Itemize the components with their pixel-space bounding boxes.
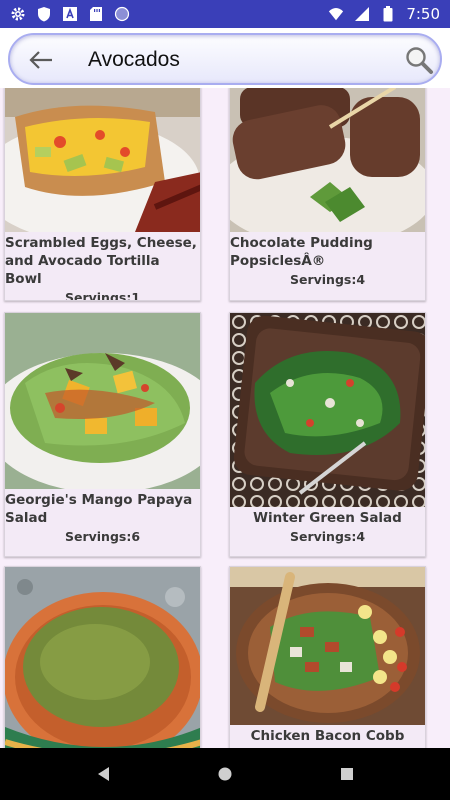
shield-icon <box>36 6 52 22</box>
text-a-icon <box>62 6 78 22</box>
recipe-servings: Servings:4 <box>289 272 366 287</box>
recipe-title: Chocolate Pudding PopsiclesÂ® <box>230 235 373 269</box>
search-query[interactable]: Avocados <box>88 48 180 72</box>
recents-square-icon[interactable] <box>336 763 358 785</box>
recipe-grid: Scrambled Eggs, Cheese, and Avocado Tort… <box>0 88 450 748</box>
search-bar[interactable]: Avocados <box>8 33 442 85</box>
recipe-servings: Servings:4 <box>289 529 366 544</box>
recipe-card[interactable]: Winter Green Salad Servings:4 <box>229 312 426 557</box>
recipe-card[interactable] <box>4 566 201 748</box>
recipe-title: Chicken Bacon Cobb Salad <box>250 728 405 748</box>
search-icon[interactable] <box>404 45 434 75</box>
recipe-servings: Servings:6 <box>64 529 141 544</box>
recipe-servings: Servings:1 <box>64 290 141 301</box>
wifi-icon <box>328 6 344 22</box>
clock: 7:50 <box>406 5 440 23</box>
status-bar: 7:50 <box>0 0 450 28</box>
back-arrow-icon[interactable] <box>28 49 54 71</box>
circle-icon <box>114 6 130 22</box>
sd-card-icon <box>88 6 104 22</box>
navigation-bar <box>0 748 450 800</box>
back-triangle-icon[interactable] <box>92 763 114 785</box>
battery-icon <box>380 6 396 22</box>
recipe-photo <box>5 313 200 489</box>
recipe-photo <box>230 88 425 232</box>
signal-icon <box>354 6 370 22</box>
recipe-title: Georgie's Mango Papaya Salad <box>5 492 193 526</box>
recipe-card[interactable]: Chocolate Pudding PopsiclesÂ® Servings:4 <box>229 88 426 301</box>
recipe-card[interactable]: Georgie's Mango Papaya Salad Servings:6 <box>4 312 201 557</box>
recipe-card[interactable]: Chicken Bacon Cobb Salad <box>229 566 426 748</box>
recipe-photo <box>5 567 200 748</box>
gear-icon <box>10 6 26 22</box>
recipe-card[interactable]: Scrambled Eggs, Cheese, and Avocado Tort… <box>4 88 201 301</box>
recipe-title: Scrambled Eggs, Cheese, and Avocado Tort… <box>5 235 197 287</box>
search-header: Avocados <box>0 28 450 88</box>
recipe-photo <box>230 313 425 507</box>
recipe-title: Winter Green Salad <box>253 510 402 526</box>
recipe-photo <box>5 88 200 232</box>
recipe-photo <box>230 567 425 725</box>
home-circle-icon[interactable] <box>214 763 236 785</box>
